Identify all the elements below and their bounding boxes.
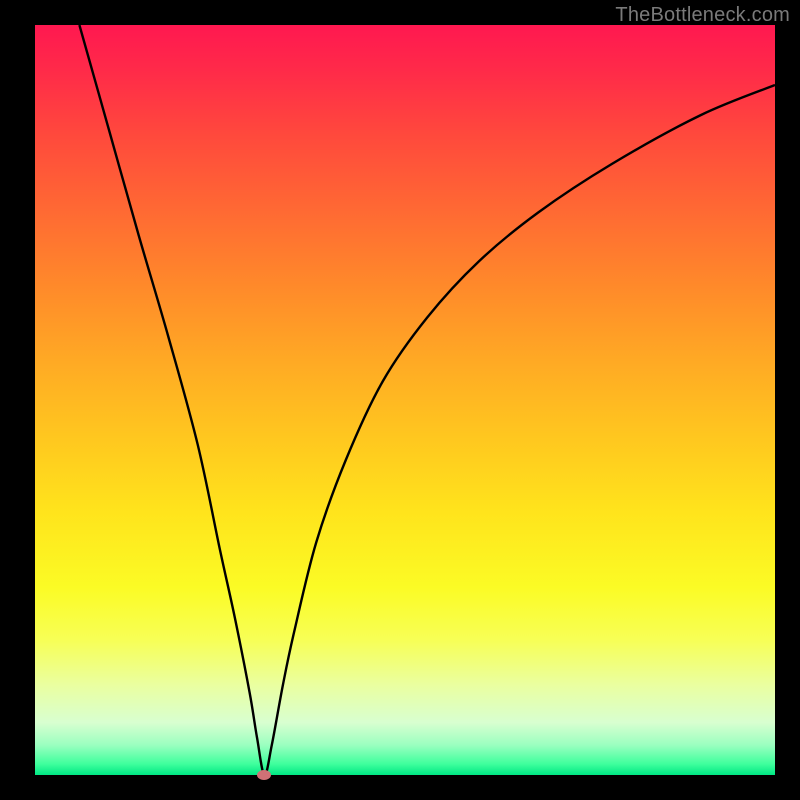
watermark-text: TheBottleneck.com — [615, 4, 790, 27]
minimum-marker — [257, 770, 271, 780]
plot-area — [35, 25, 775, 775]
chart-frame: TheBottleneck.com — [0, 0, 800, 800]
bottleneck-curve — [35, 25, 775, 775]
